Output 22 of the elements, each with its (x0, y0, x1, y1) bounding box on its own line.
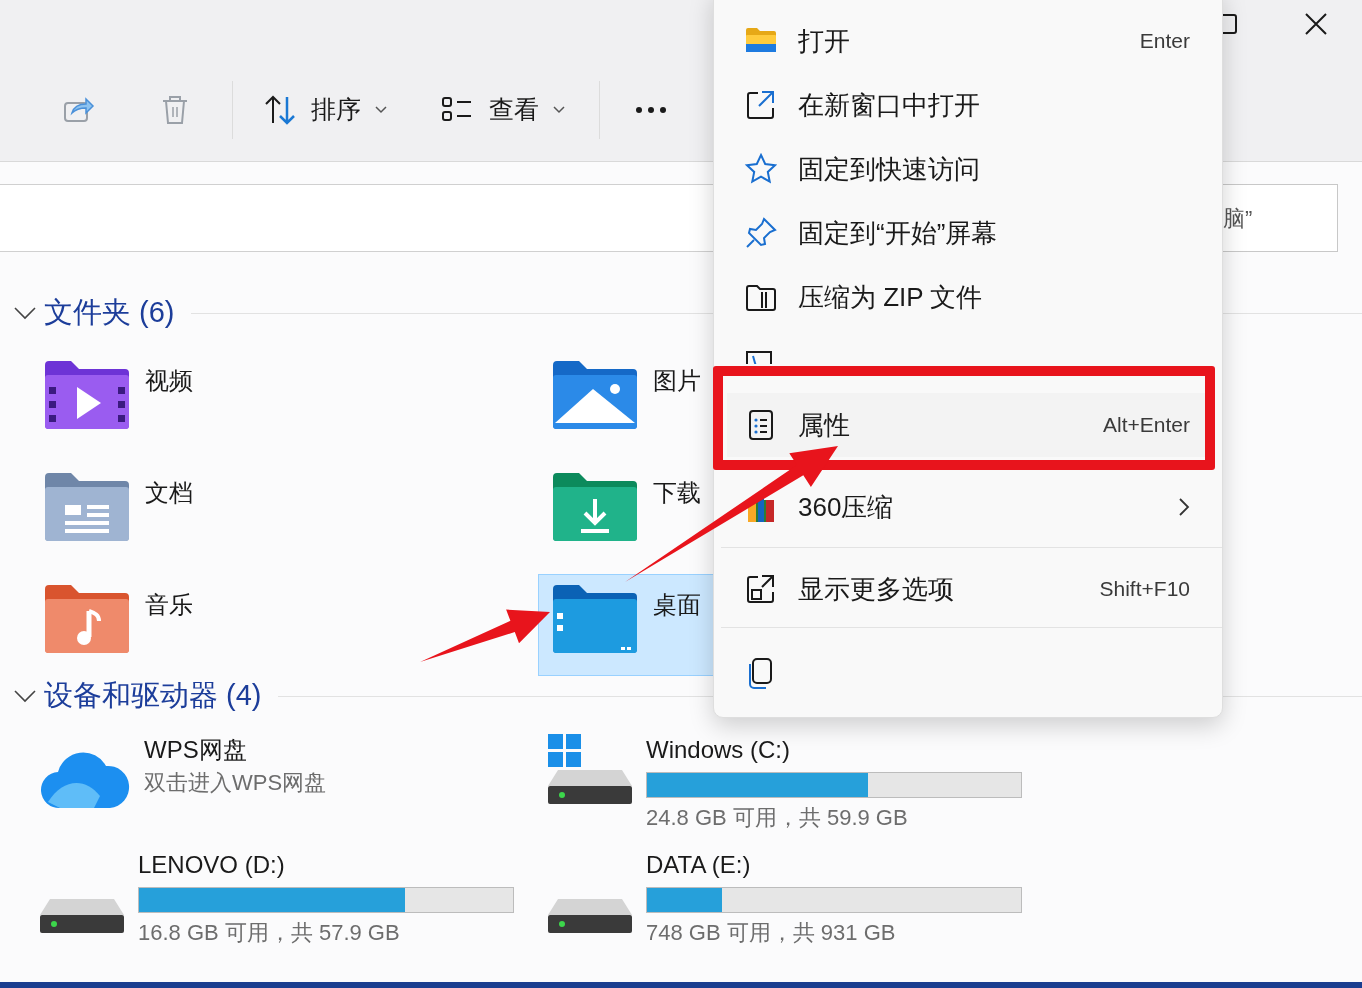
menu-item[interactable]: 压缩为 ZIP 文件 (714, 265, 1222, 329)
folder-item[interactable]: 视频 (30, 350, 230, 452)
drive-name: WPS网盘 (144, 735, 248, 765)
drive-name: DATA (E:) (646, 850, 752, 880)
menu-item[interactable]: 在新窗口中打开 (714, 73, 1222, 137)
drive-space-text: 24.8 GB 可用，共 59.9 GB (646, 804, 909, 832)
drive-item[interactable]: Windows (C:) 24.8 GB 可用，共 59.9 GB (548, 734, 1056, 849)
drive-item[interactable]: DATA (E:) 748 GB 可用，共 931 GB (548, 849, 1056, 964)
drive-space-text: 748 GB 可用，共 931 GB (646, 919, 897, 947)
drive-subtitle: 双击进入WPS网盘 (144, 769, 327, 797)
drive-item[interactable]: WPS网盘 双击进入WPS网盘 (40, 734, 548, 849)
view-button[interactable]: 查看 (441, 85, 565, 134)
section-title[interactable]: 设备和驱动器 (4) (44, 674, 262, 718)
folder-item[interactable]: 音乐 (30, 574, 230, 676)
section-title[interactable]: 文件夹 (6) (44, 291, 175, 335)
menu-item[interactable]: 打开 Enter (714, 9, 1222, 73)
drive-space-text: 16.8 GB 可用，共 57.9 GB (138, 919, 401, 947)
drive-name: Windows (C:) (646, 735, 791, 765)
folder-item[interactable]: 文档 (30, 462, 230, 564)
drive-item[interactable]: LENOVO (D:) 16.8 GB 可用，共 57.9 GB (40, 849, 548, 964)
sort-button[interactable]: 排序 (263, 85, 387, 134)
drive-name: LENOVO (D:) (138, 850, 286, 880)
